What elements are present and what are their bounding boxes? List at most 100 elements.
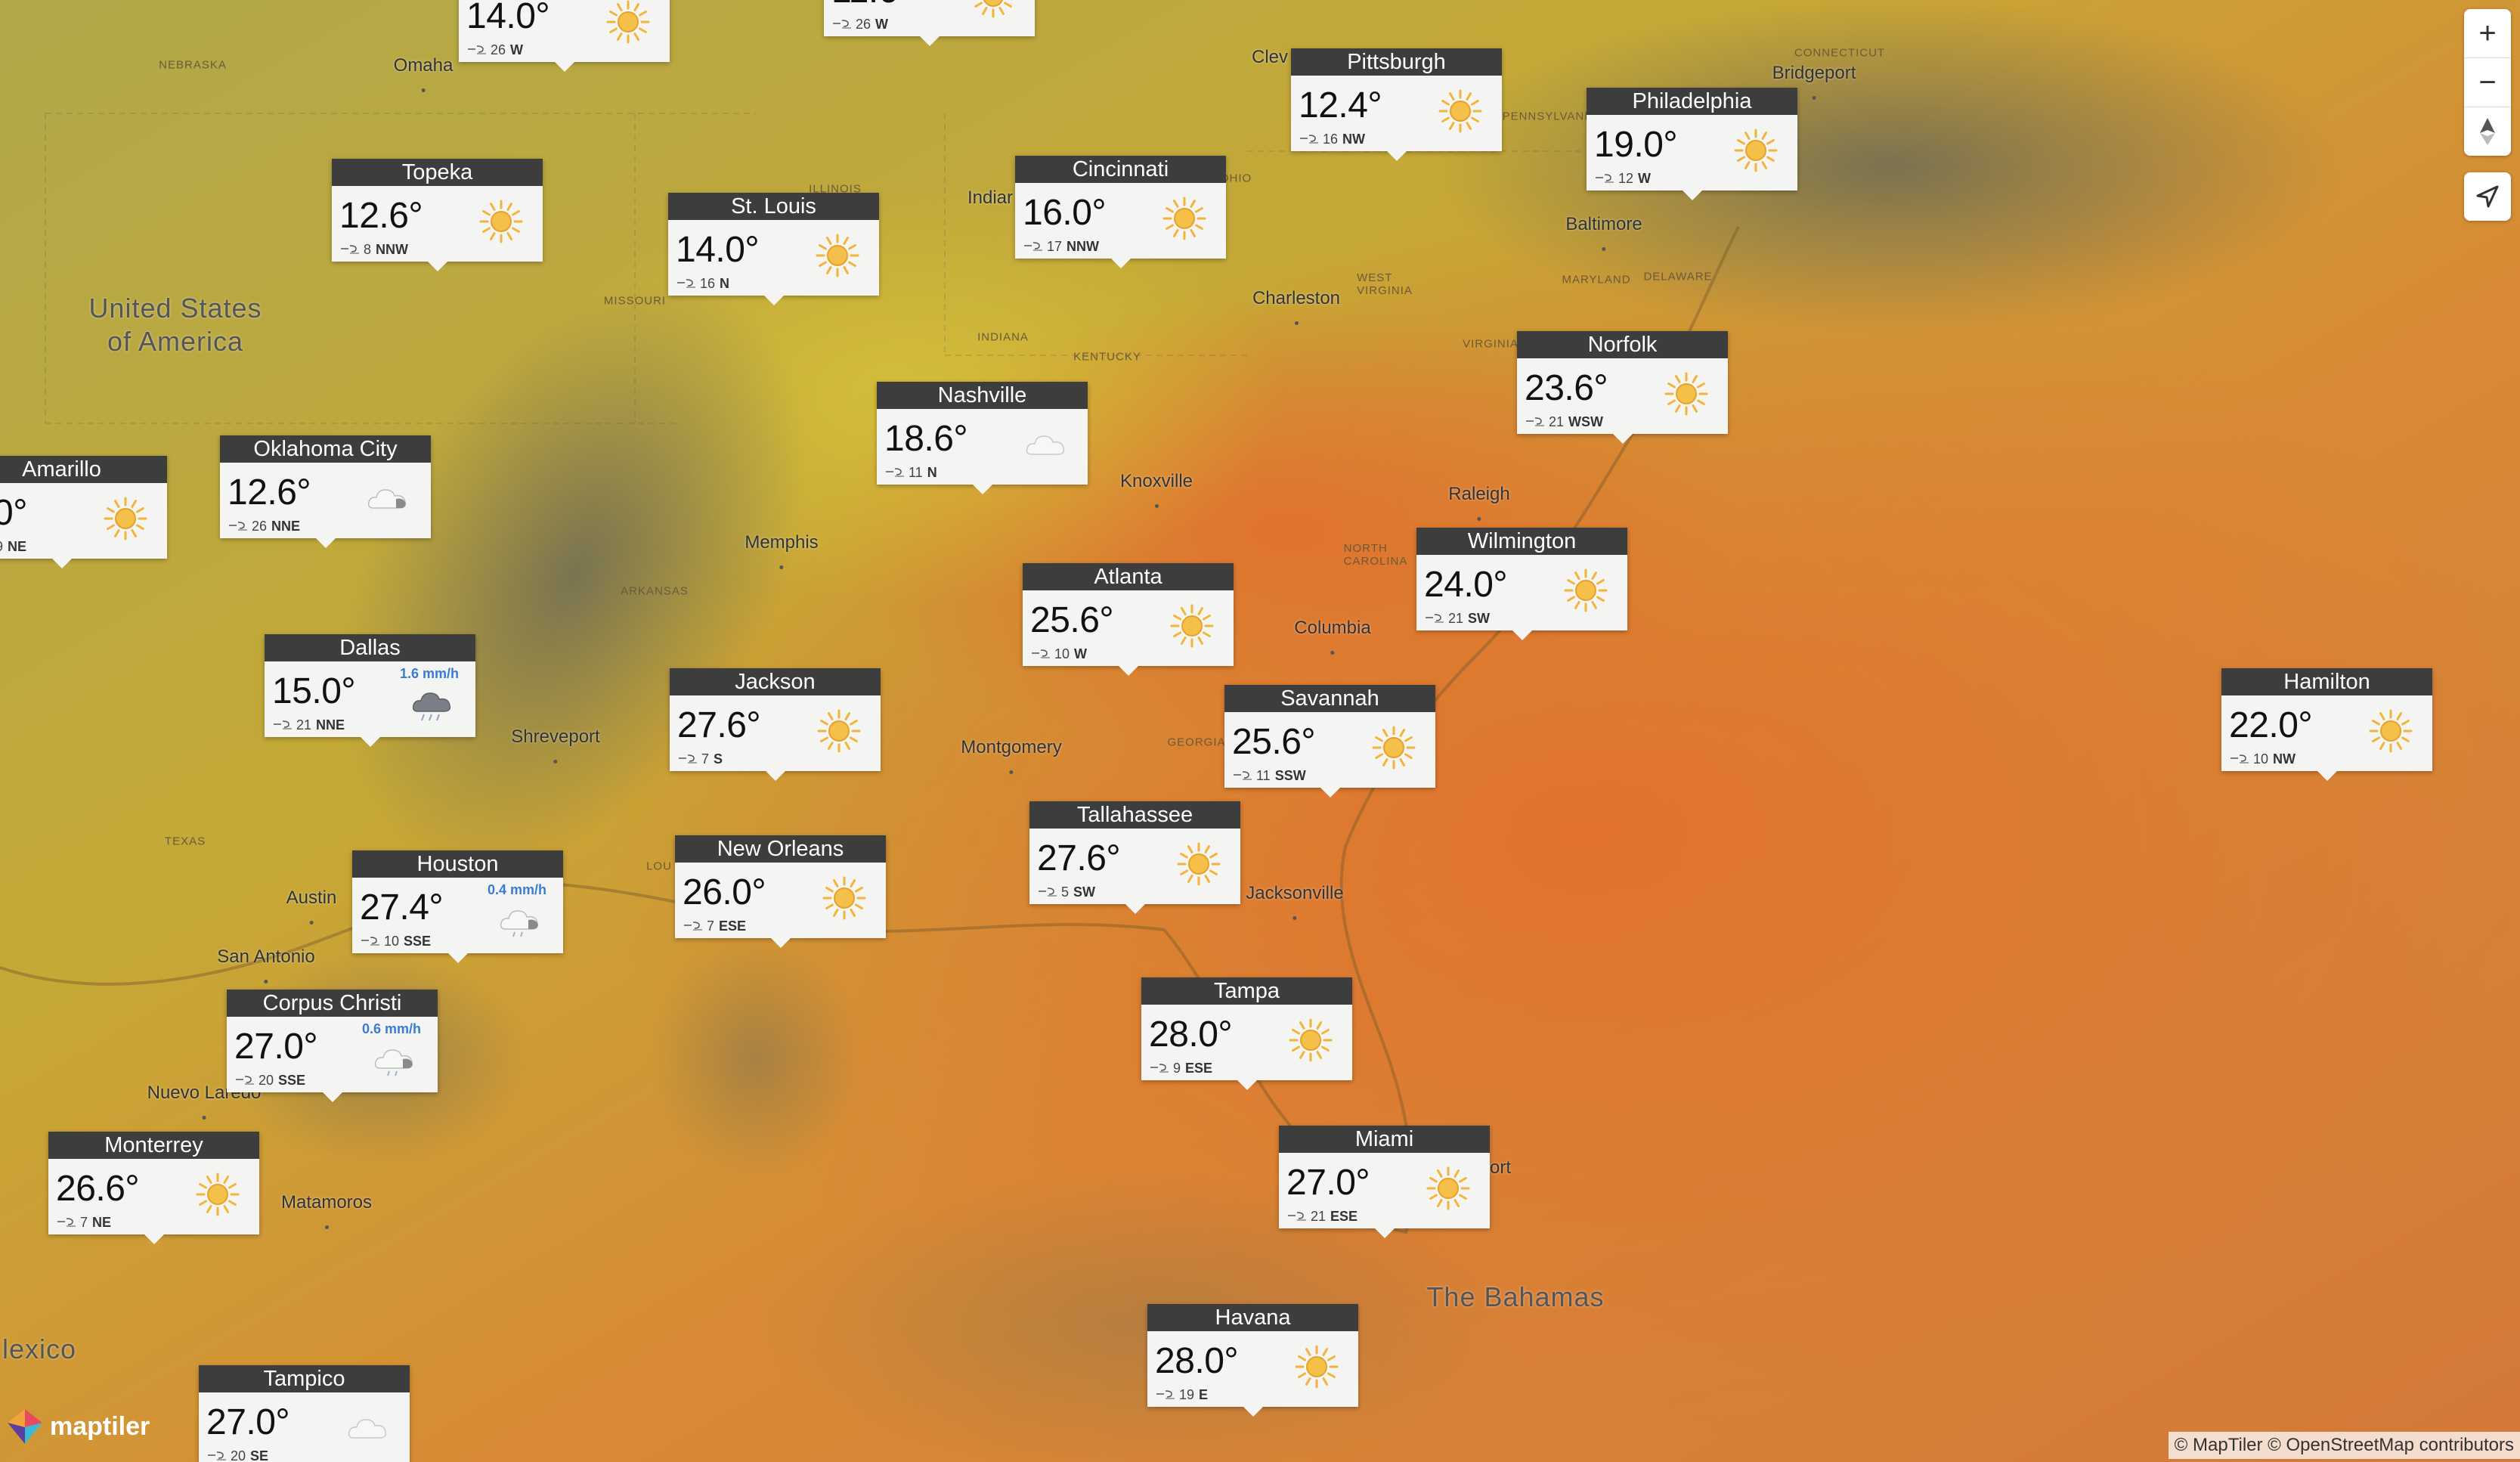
weather-card[interactable]: Corpus Christi 27.0° 20 SSE 0.6 mm/h	[227, 990, 438, 1102]
weather-card[interactable]: Amarillo 2.0° 19 NE	[0, 456, 167, 568]
wind-info: 20 SSE	[236, 1073, 305, 1089]
temperature: 27.4°	[360, 887, 444, 928]
city-name: Savannah	[1224, 685, 1435, 712]
weather-card[interactable]: 11.6° 26 W	[824, 0, 1035, 46]
weather-card[interactable]: Houston 27.4° 10 SSE 0.4 mm/h	[352, 850, 563, 963]
temperature: 25.6°	[1232, 722, 1316, 762]
temperature: 26.0°	[683, 872, 766, 912]
wind-speed: 9	[1173, 1061, 1181, 1076]
weather-card[interactable]: Atlanta 25.6° 10 W	[1023, 563, 1234, 676]
wind-icon	[1596, 171, 1615, 186]
compass-icon	[2480, 118, 2495, 145]
place-name: Jacksonville	[1246, 883, 1344, 903]
place-name: Shreveport	[511, 726, 600, 747]
wind-speed: 16	[1323, 132, 1339, 147]
wind-direction: NE	[92, 1215, 112, 1230]
sun-icon	[1562, 567, 1609, 614]
wind-direction: N	[927, 465, 937, 480]
maptiler-logo[interactable]: maptiler	[6, 1408, 150, 1445]
weather-card[interactable]: St. Louis 14.0° 16 N	[668, 193, 879, 305]
city-name: Topeka	[332, 159, 543, 186]
temperature: 27.6°	[677, 705, 761, 745]
city-dot	[281, 1213, 372, 1234]
weather-card[interactable]: Oklahoma City 12.6° 26 NNE	[220, 435, 431, 548]
city-dot	[147, 1104, 262, 1125]
zoom-in-button[interactable]: +	[2464, 9, 2511, 58]
cloud-icon	[1023, 421, 1070, 468]
temperature: 27.0°	[206, 1402, 290, 1442]
temperature: 19.0°	[1594, 125, 1678, 165]
city-name: Tallahassee	[1029, 801, 1240, 829]
city-name: Corpus Christi	[227, 990, 438, 1017]
place-name: Raleigh	[1448, 484, 1510, 504]
weather-card[interactable]: Topeka 12.6° 8 NNW	[332, 159, 543, 271]
wind-icon	[2231, 751, 2250, 767]
place-label: Charleston	[1252, 288, 1340, 330]
city-dot	[1565, 235, 1642, 256]
geolocate-control	[2464, 172, 2511, 221]
weather-card[interactable]: Norfolk 23.6° 21 WSW	[1517, 331, 1728, 444]
wind-speed: 11	[1256, 768, 1271, 783]
wind-icon	[57, 1215, 77, 1230]
place-label: Jacksonville	[1246, 883, 1344, 925]
wind-direction: SSW	[1274, 768, 1306, 783]
precipitation-rate: 0.4 mm/h	[487, 882, 546, 897]
temperature: 12.6°	[339, 196, 423, 236]
weather-card[interactable]: Jackson 27.6° 7 S	[670, 668, 881, 781]
weather-card[interactable]: Hamilton 22.0° 10 NW	[2221, 668, 2432, 781]
weather-card[interactable]: Tampico 27.0° 20 SE	[199, 1365, 410, 1462]
weather-card[interactable]: New Orleans 26.0° 7 ESE	[675, 835, 886, 948]
wind-icon	[229, 519, 249, 534]
geolocate-button[interactable]	[2464, 172, 2511, 221]
wind-info: 19 NE	[0, 539, 26, 555]
city-dot	[1294, 639, 1370, 660]
city-name: New Orleans	[675, 835, 886, 863]
wind-direction: ESE	[1185, 1061, 1213, 1076]
place-name: The Bahamas	[1426, 1281, 1605, 1312]
weather-card[interactable]: Tampa 28.0° 9 ESE	[1141, 977, 1352, 1090]
weather-card[interactable]: 14.0° 26 W	[459, 0, 670, 72]
weather-card[interactable]: Dallas 15.0° 21 NNE 1.6 mm/h	[265, 634, 475, 747]
place-name: CONNECTICUT	[1794, 46, 1886, 60]
weather-card[interactable]: Pittsburgh 12.4° 16 NW	[1291, 48, 1502, 161]
weather-card[interactable]: Wilmington 24.0° 21 SW	[1416, 528, 1627, 640]
sun-icon	[194, 1171, 241, 1218]
sun-icon	[1732, 127, 1779, 174]
wind-speed: 21	[1311, 1209, 1327, 1224]
sun-icon	[1437, 88, 1484, 135]
wind-speed: 11	[909, 465, 923, 480]
temperature: 27.6°	[1037, 838, 1121, 878]
city-dot	[1252, 309, 1340, 330]
cloud-icon	[345, 1405, 392, 1451]
wind-speed: 21	[1448, 611, 1464, 626]
city-name: Tampico	[199, 1365, 410, 1392]
place-label: Clev	[1252, 47, 1288, 68]
wind-speed: 12	[1618, 171, 1634, 186]
weather-card[interactable]: Tallahassee 27.6° 5 SW	[1029, 801, 1240, 914]
zoom-out-button[interactable]: −	[2464, 58, 2511, 107]
compass-button[interactable]	[2464, 107, 2511, 156]
weather-card[interactable]: Monterrey 26.6° 7 NE	[48, 1132, 259, 1244]
place-label: ARKANSAS	[621, 585, 689, 598]
wind-info: 7S	[679, 751, 723, 767]
place-name: Knoxville	[1119, 471, 1193, 491]
place-name: TEXAS	[164, 835, 206, 848]
city-name: Cincinnati	[1015, 156, 1226, 183]
map-attribution[interactable]: © MapTiler © OpenStreetMap contributors	[2168, 1432, 2520, 1459]
weather-card[interactable]: Cincinnati 16.0° 17 NNW	[1015, 156, 1226, 268]
wind-direction: SW	[1468, 611, 1491, 626]
city-dot	[286, 909, 337, 930]
wind-info: 26 NNE	[229, 519, 300, 534]
maptiler-logo-text: maptiler	[50, 1411, 150, 1441]
weather-card[interactable]: Havana 28.0° 19 E	[1147, 1304, 1358, 1417]
weather-card[interactable]: Savannah 25.6° 11 SSW	[1224, 685, 1435, 798]
wind-direction: S	[714, 751, 723, 767]
weather-card[interactable]: Philadelphia 19.0° 12 W	[1587, 88, 1797, 200]
sun-icon	[1425, 1165, 1472, 1212]
place-name: Charleston	[1252, 288, 1341, 308]
weather-card[interactable]: Nashville 18.6° 11 N	[877, 382, 1088, 494]
precipitation-rate: 0.6 mm/h	[361, 1021, 421, 1036]
weather-map[interactable]: NEBRASKA Omaha United States of America MIS…	[0, 0, 2520, 1462]
wind-info: 21 ESE	[1288, 1209, 1358, 1225]
weather-card[interactable]: Miami 27.0° 21 ESE	[1279, 1126, 1490, 1238]
